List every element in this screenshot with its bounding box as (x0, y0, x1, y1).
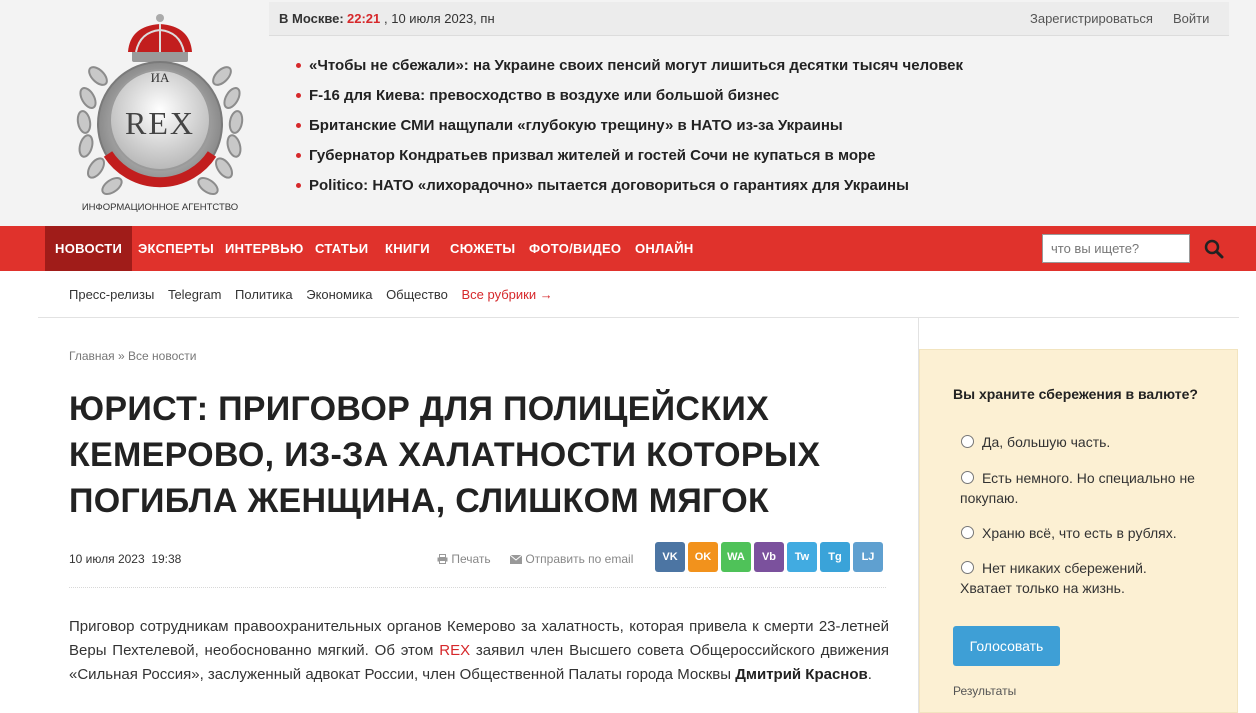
article-lead: Приговор сотрудникам правоохранительных … (69, 615, 889, 687)
sub-nav: Пресс-релизы Telegram Политика Экономика… (69, 287, 563, 302)
radio-button[interactable] (961, 526, 974, 539)
headline-link[interactable]: Губернатор Кондратьев призвал жителей и … (296, 145, 963, 175)
poll-option-label: Да, большую часть. (982, 434, 1111, 450)
top-headlines: «Чтобы не сбежали»: на Украине своих пен… (296, 55, 963, 205)
radio-button[interactable] (961, 561, 974, 574)
article-text: . (867, 666, 872, 683)
vk-icon[interactable]: VK (655, 542, 685, 572)
main-nav: НОВОСТИ ЭКСПЕРТЫ ИНТЕРВЬЮ СТАТЬИ КНИГИ С… (0, 226, 1256, 271)
subnav-item-economy[interactable]: Экономика (306, 287, 372, 302)
article-time: 19:38 (151, 552, 182, 566)
nav-item-online[interactable]: ОНЛАЙН (635, 226, 694, 271)
radio-button[interactable] (961, 435, 974, 448)
divider (38, 317, 1239, 318)
breadcrumb-home[interactable]: Главная (69, 349, 115, 363)
headline-link[interactable]: F-16 для Киева: превосходство в воздухе … (296, 85, 963, 115)
poll-option-label: Есть немного. Но специально не покупаю. (960, 470, 1195, 506)
odnoklassniki-icon[interactable]: OK (688, 542, 718, 572)
printer-icon (437, 554, 448, 564)
nav-item-interviews[interactable]: ИНТЕРВЬЮ (225, 226, 304, 271)
rex-link[interactable]: REX (439, 642, 470, 659)
search-icon[interactable] (1203, 238, 1225, 260)
subnav-item-society[interactable]: Общество (386, 287, 448, 302)
register-link[interactable]: Зарегистрироваться (1030, 2, 1153, 35)
logo-rex: REX (125, 105, 195, 141)
poll-option[interactable]: Храню всё, что есть в рублях. (960, 523, 1200, 543)
meta-divider (69, 587, 886, 588)
rex-logo[interactable]: ИА REX ИНФОРМАЦИОННОЕ АГЕНТСТВО (70, 12, 250, 217)
poll-option[interactable]: Да, большую часть. (960, 432, 1200, 452)
breadcrumb-all-news[interactable]: Все новости (128, 349, 196, 363)
current-date: , 10 июля 2023, пн (384, 11, 495, 26)
telegram-icon[interactable]: Tg (820, 542, 850, 572)
subnav-item-politics[interactable]: Политика (235, 287, 293, 302)
logo-ia: ИА (151, 70, 170, 85)
poll-option[interactable]: Нет никаких сбережений. Хватает только н… (960, 558, 1200, 598)
article-date: 10 июля 2023 (69, 552, 145, 566)
vote-button[interactable]: Голосовать (953, 626, 1060, 666)
email-link[interactable]: Отправить по email (509, 552, 634, 566)
subnav-all-rubrics[interactable]: Все рубрики → (461, 287, 552, 302)
headline-link[interactable]: Британские СМИ нащупали «глубокую трещин… (296, 115, 963, 145)
breadcrumb-separator: » (114, 349, 129, 363)
results-link[interactable]: Результаты (953, 684, 1016, 698)
nav-item-photo-video[interactable]: ФОТО/ВИДЕО (529, 226, 621, 271)
nav-item-books[interactable]: КНИГИ (385, 226, 430, 271)
poll-option-label: Нет никаких сбережений. Хватает только н… (960, 560, 1147, 596)
article-title: Юрист: приговор для полицейских Кемерово… (69, 390, 821, 520)
radio-button[interactable] (961, 471, 974, 484)
headline-link[interactable]: «Чтобы не сбежали»: на Украине своих пен… (296, 55, 963, 85)
nav-item-stories[interactable]: СЮЖЕТЫ (450, 226, 515, 271)
logo-caption: ИНФОРМАЦИОННОЕ АГЕНТСТВО (82, 202, 238, 213)
twitter-icon[interactable]: Tw (787, 542, 817, 572)
subnav-item-press[interactable]: Пресс-релизы (69, 287, 154, 302)
top-bar: В Москве: 22:21 , 10 июля 2023, пн Зарег… (269, 2, 1229, 36)
poll-option-label: Храню всё, что есть в рублях. (982, 525, 1177, 541)
viber-icon[interactable]: Vb (754, 542, 784, 572)
subnav-item-telegram[interactable]: Telegram (168, 287, 221, 302)
article-datetime: 10 июля 2023 19:38 (69, 552, 181, 566)
poll-option[interactable]: Есть немного. Но специально не покупаю. (960, 468, 1200, 508)
livejournal-icon[interactable]: LJ (853, 542, 883, 572)
poll-widget: Вы храните сбережения в валюте? Да, боль… (919, 349, 1238, 713)
headline-link[interactable]: Politico: НАТО «лихорадочно» пытается до… (296, 175, 963, 205)
search-input[interactable] (1042, 234, 1190, 263)
email-label: Отправить по email (525, 552, 634, 566)
print-label: Печать (451, 552, 491, 566)
login-link[interactable]: Войти (1173, 2, 1209, 35)
city-label: В Москве: (279, 11, 344, 26)
whatsapp-icon[interactable]: WA (721, 542, 751, 572)
current-time: 22:21 (347, 11, 381, 26)
nav-item-articles[interactable]: СТАТЬИ (315, 226, 368, 271)
poll-question: Вы храните сбережения в валюте? (953, 386, 1198, 402)
nav-item-news[interactable]: НОВОСТИ (45, 226, 133, 271)
nav-item-experts[interactable]: ЭКСПЕРТЫ (138, 226, 214, 271)
envelope-icon (509, 554, 523, 564)
print-link[interactable]: Печать (437, 552, 491, 566)
person-name: Дмитрий Краснов (735, 666, 868, 683)
breadcrumb: Главная » Все новости (69, 349, 196, 363)
